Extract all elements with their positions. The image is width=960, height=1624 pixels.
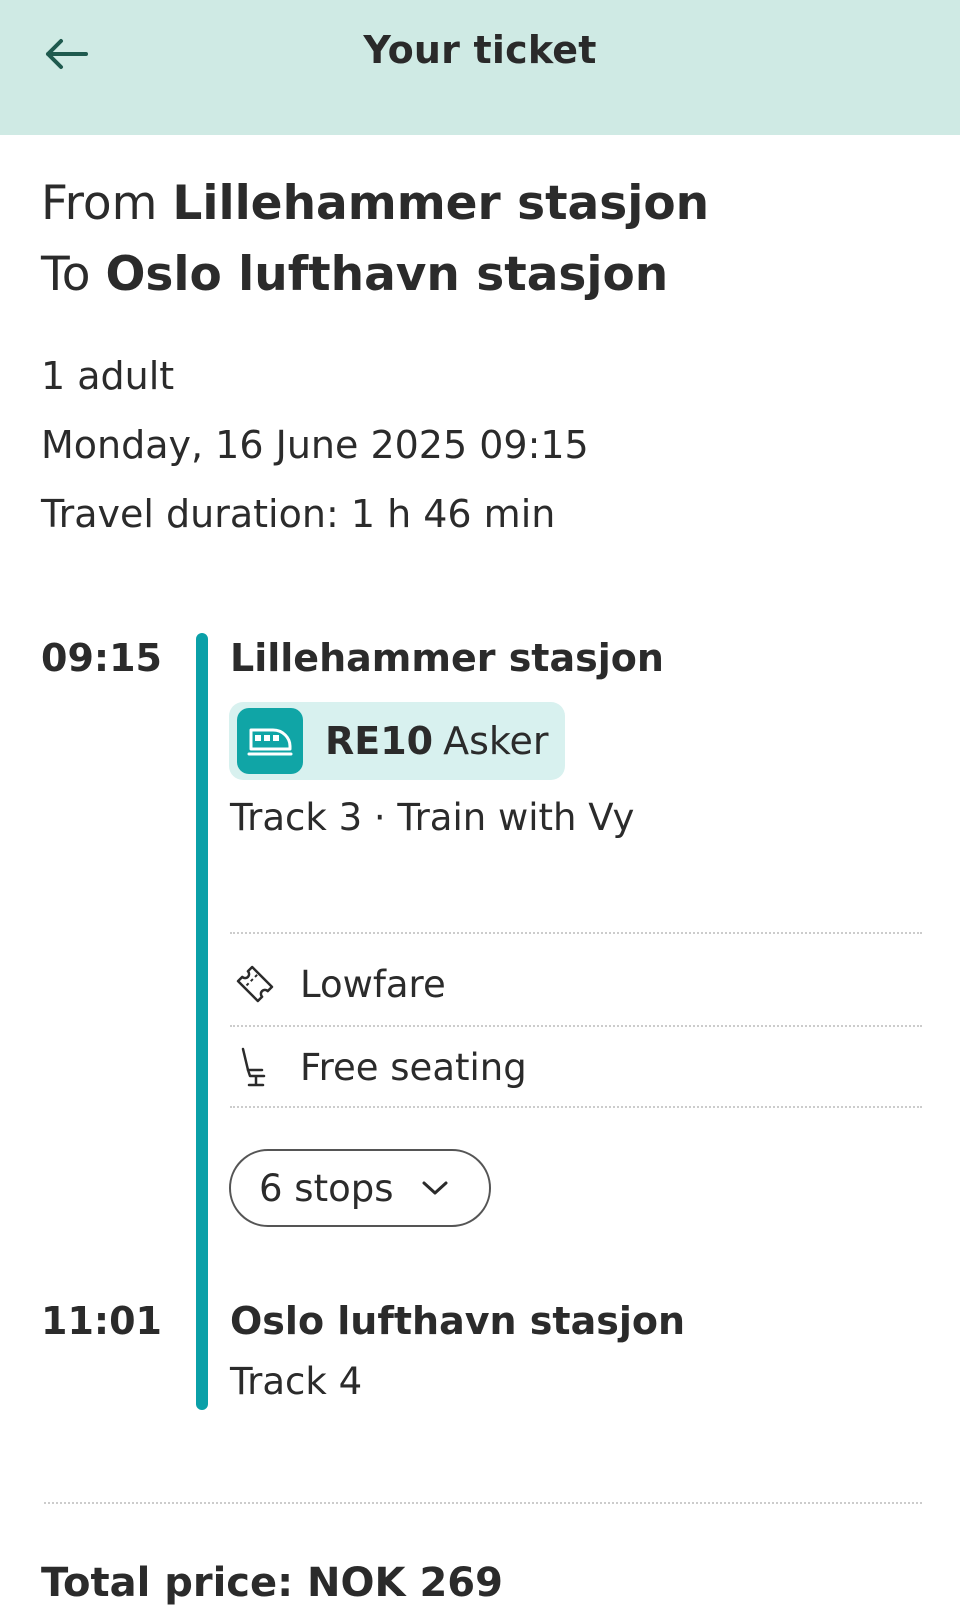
arrival-time: 11:01 [41,1299,162,1343]
route-to: To Oslo lufthavn stasjon [41,239,931,310]
to-station: Oslo lufthavn stasjon [105,247,669,302]
fare-type-label: Lowfare [300,962,446,1006]
passenger-count: 1 adult [41,354,175,398]
divider [230,932,922,934]
chevron-down-icon [420,1179,450,1197]
train-icon [237,708,303,774]
seat-icon [230,1042,280,1092]
total-price: Total price: NOK 269 [41,1560,503,1606]
to-label: To [41,247,91,302]
train-line-chip: RE10 Asker [229,702,565,780]
arrival-station: Oslo lufthavn stasjon [230,1299,686,1343]
stops-label: 6 stops [259,1166,394,1210]
seating-type-label: Free seating [300,1045,527,1089]
from-label: From [41,176,158,231]
seating-type: Free seating [230,1042,527,1092]
from-station: Lillehammer stasjon [172,176,710,231]
departure-track-operator: Track 3 · Train with Vy [230,796,635,839]
departure-station: Lillehammer stasjon [230,636,664,680]
divider [230,1106,922,1108]
line-code: RE10 [325,719,434,763]
line-destination: Asker [443,719,549,763]
departure-date: Monday, 16 June 2025 09:15 [41,423,589,467]
journey-timeline [196,633,208,1410]
trip-info: 1 adult Monday, 16 June 2025 09:15 Trave… [41,342,589,549]
route-summary: From Lillehammer stasjon To Oslo lufthav… [41,168,931,310]
route-from: From Lillehammer stasjon [41,168,931,239]
divider [230,1025,922,1027]
stops-toggle-button[interactable]: 6 stops [229,1149,491,1227]
divider [44,1502,922,1504]
fare-type: Lowfare [230,959,446,1009]
travel-duration: Travel duration: 1 h 46 min [41,492,556,536]
app-header: Your ticket [0,0,960,135]
departure-time: 09:15 [41,636,162,680]
arrival-track: Track 4 [230,1360,363,1403]
ticket-icon [230,959,280,1009]
page-title: Your ticket [363,28,597,72]
